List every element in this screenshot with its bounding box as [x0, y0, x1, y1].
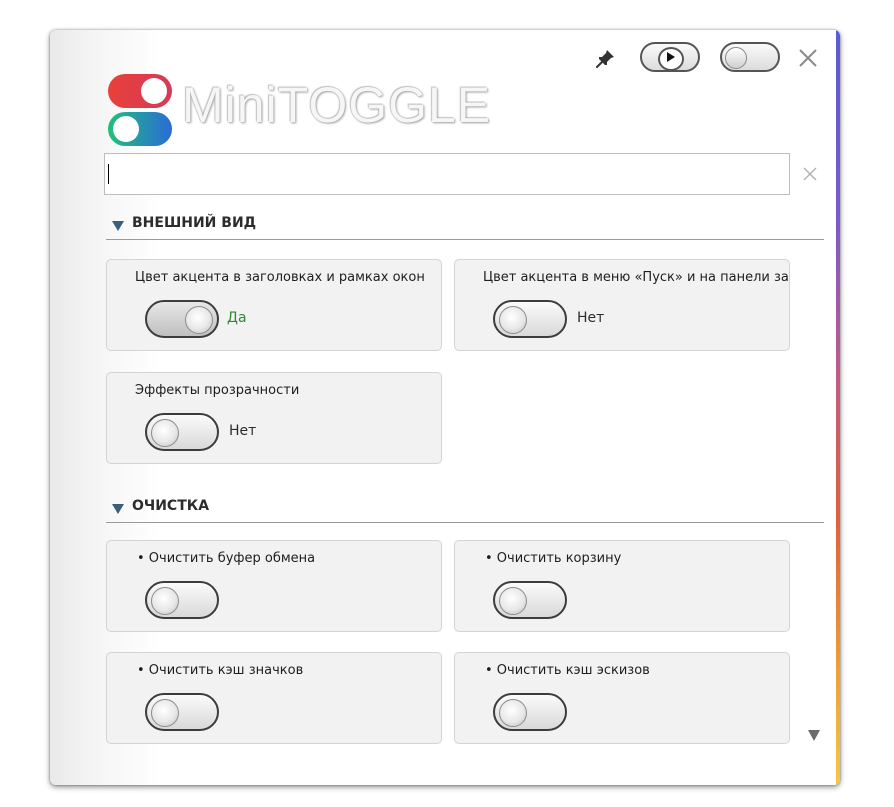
card-title: Цвет акцента в заголовках и рамках окон — [135, 270, 425, 285]
collapse-arrow-icon — [112, 221, 124, 231]
section-title: ОЧИСТКА — [132, 498, 210, 514]
card-clear-thumbnail-cache: • Очистить кэш эскизов — [454, 652, 790, 744]
toggle-knob — [151, 587, 179, 615]
toggle-state-label: Нет — [229, 423, 257, 439]
card-title: • Очистить кэш значков — [137, 663, 304, 678]
pin-icon[interactable] — [594, 48, 616, 70]
card-transparency-effects: Эффекты прозрачности Нет — [106, 372, 442, 464]
card-clear-clipboard: • Очистить буфер обмена — [106, 540, 442, 632]
close-icon[interactable] — [796, 46, 820, 70]
toggle-knob — [499, 587, 527, 615]
toggle-switch[interactable] — [145, 693, 219, 731]
collapse-arrow-icon — [112, 504, 124, 514]
toggle-knob — [185, 306, 213, 334]
card-title: • Очистить буфер обмена — [137, 551, 316, 566]
toggle-switch[interactable] — [493, 693, 567, 731]
toggle-switch[interactable] — [493, 300, 567, 338]
card-accent-titlebars: Цвет акцента в заголовках и рамках окон … — [106, 259, 442, 351]
section-header-cleanup[interactable]: ОЧИСТКА — [106, 496, 824, 523]
section-title: ВНЕШНИЙ ВИД — [132, 215, 257, 231]
toggle-state-label: Нет — [577, 310, 605, 326]
search-caret — [108, 164, 109, 184]
run-toggle-button[interactable] — [640, 42, 700, 72]
toggle-knob — [151, 699, 179, 727]
clear-search-icon[interactable] — [802, 166, 818, 182]
minitoggle-window: MiniTOGGLE ВНЕШНИЙ ВИД Цвет акцента в за… — [50, 30, 840, 785]
toggle-knob — [499, 306, 527, 334]
run-toggle-knob — [658, 47, 684, 71]
card-title: Эффекты прозрачности — [135, 383, 300, 398]
mode-toggle-knob — [725, 47, 747, 69]
app-logo-icon — [108, 74, 172, 146]
search-input[interactable] — [104, 153, 790, 195]
card-accent-start-menu: Цвет акцента в меню «Пуск» и на панели з… — [454, 259, 790, 351]
toggle-knob — [151, 419, 179, 447]
toggle-switch[interactable] — [493, 581, 567, 619]
app-title: MiniTOGGLE — [182, 77, 492, 133]
mode-toggle-button[interactable] — [720, 42, 780, 72]
toggle-knob — [499, 699, 527, 727]
scroll-down-icon[interactable] — [808, 730, 820, 741]
section-header-appearance[interactable]: ВНЕШНИЙ ВИД — [106, 213, 824, 240]
toggle-state-label: Да — [227, 310, 247, 326]
card-clear-icon-cache: • Очистить кэш значков — [106, 652, 442, 744]
window-edge-accent — [836, 30, 840, 785]
card-title: • Очистить кэш эскизов — [485, 663, 650, 678]
card-title: • Очистить корзину — [485, 551, 622, 566]
toggle-switch[interactable] — [145, 581, 219, 619]
toggle-switch[interactable] — [145, 300, 219, 338]
card-empty-recycle-bin: • Очистить корзину — [454, 540, 790, 632]
toggle-switch[interactable] — [145, 413, 219, 451]
card-title: Цвет акцента в меню «Пуск» и на панели з… — [483, 270, 789, 285]
play-icon — [667, 52, 675, 62]
